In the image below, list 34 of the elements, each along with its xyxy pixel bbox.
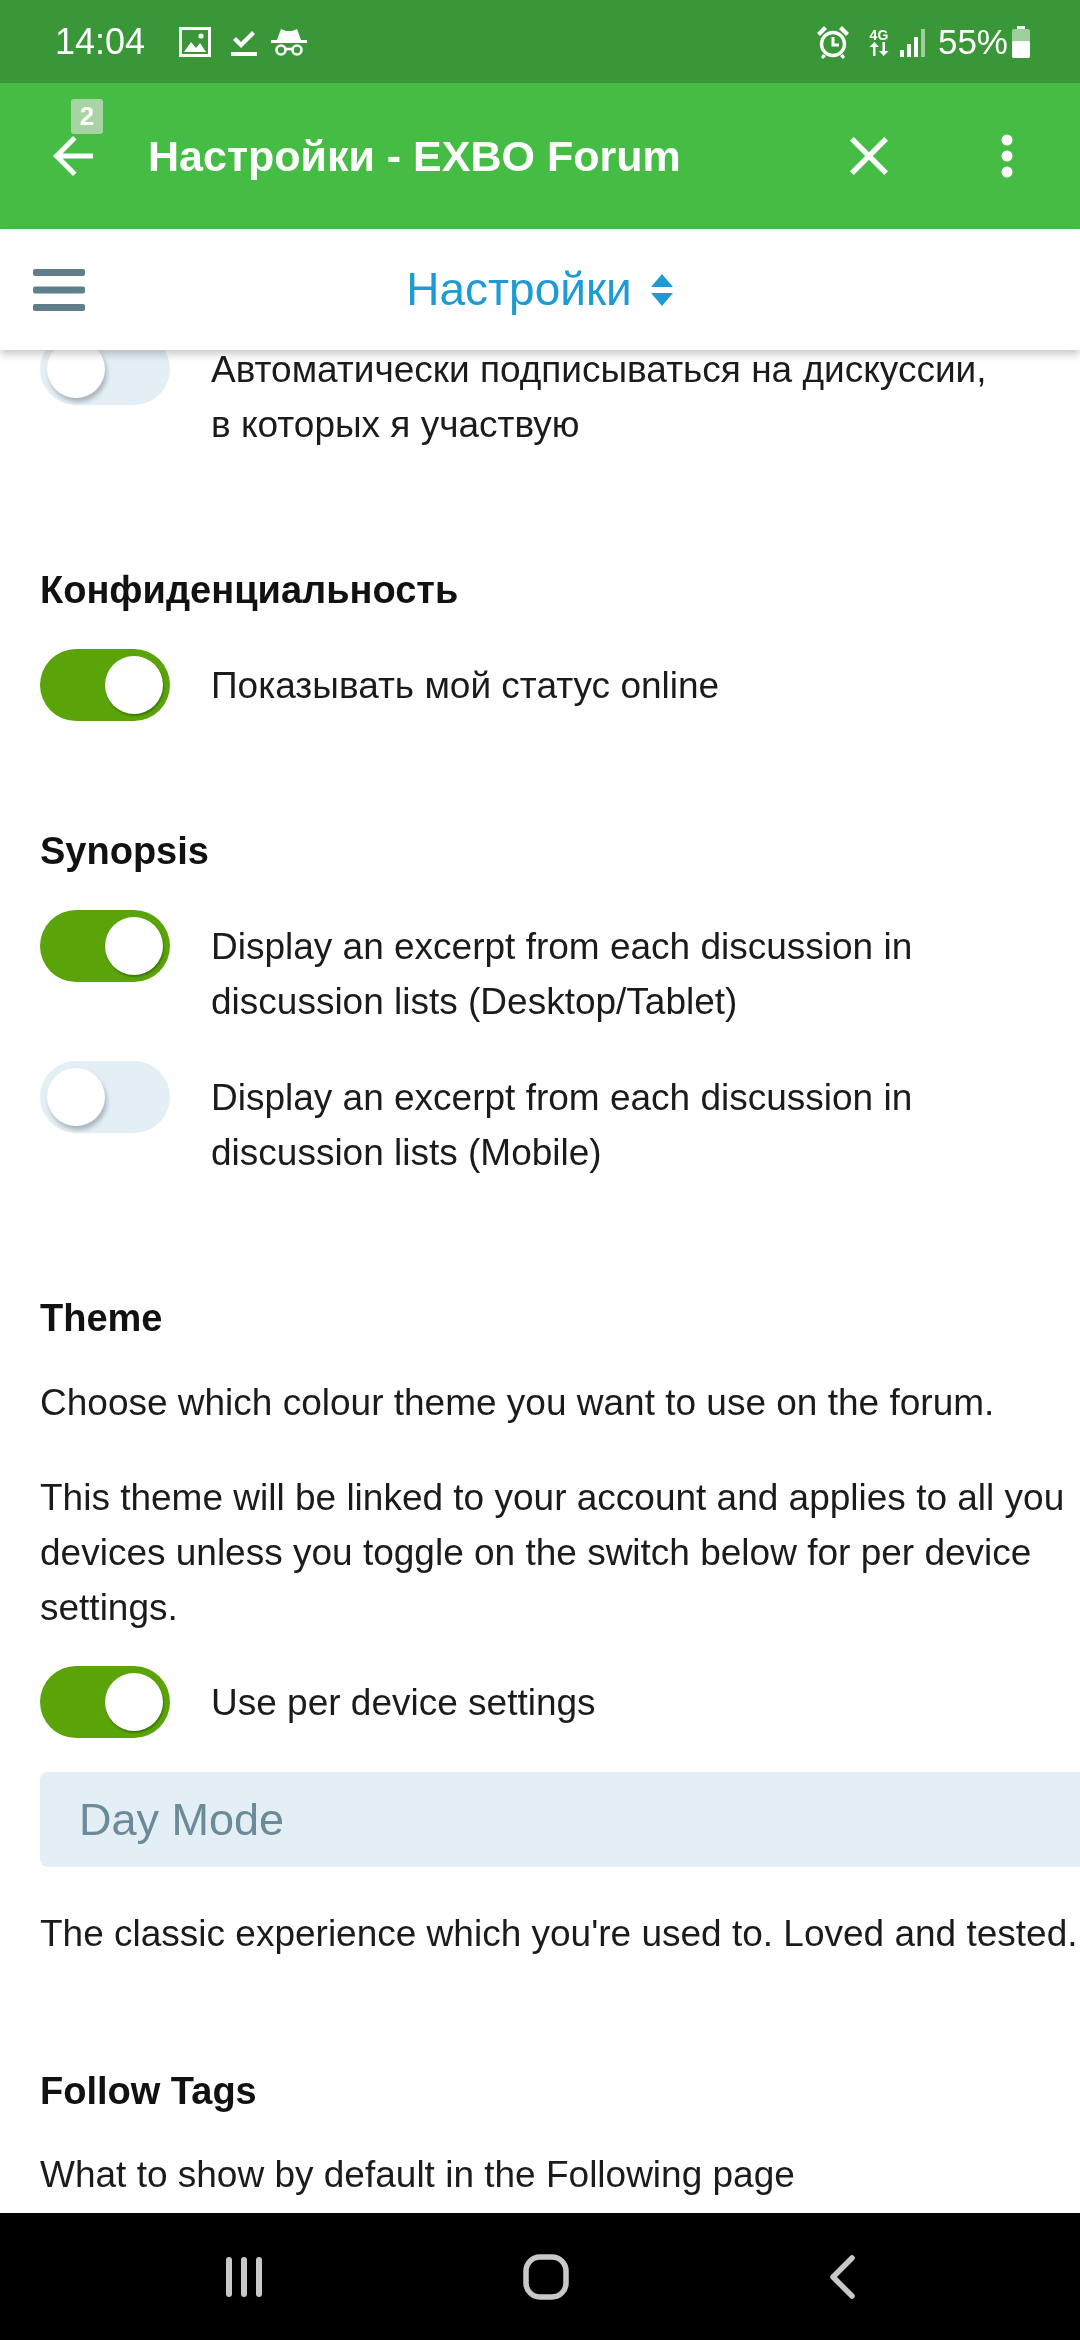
- image-icon: [179, 26, 212, 57]
- battery-percentage: 55%: [937, 24, 1008, 59]
- toggle-label: Автоматически подписываться на дискуссии, в которых я участвую: [211, 350, 988, 447]
- toggle-label: Display an excerpt from each discussion in discussion lists (Mobile): [211, 1075, 914, 1175]
- toggle-label: Use per device settings: [211, 1680, 596, 1725]
- recent-apps-icon[interactable]: [224, 2254, 264, 2299]
- network-type-label: 4G: [869, 27, 889, 42]
- toggle-label: Display an excerpt from each discussion in discussion lists (Desktop/Tablet): [211, 924, 914, 1024]
- kebab-menu-icon: [1001, 134, 1013, 178]
- section-heading: Follow Tags: [40, 2068, 257, 2114]
- description-text: Choose which colour theme you want to use on the forum.: [40, 1380, 996, 1425]
- battery-icon: [1012, 25, 1030, 58]
- close-icon: [850, 137, 888, 175]
- page-dropdown[interactable]: Настройки: [406, 255, 674, 324]
- alarm-clock-icon: [815, 24, 850, 59]
- toggle-switch[interactable]: [40, 350, 170, 405]
- hamburger-menu-icon: [33, 268, 85, 311]
- signal-icon: [899, 26, 926, 57]
- tab-count-badge: 2: [71, 99, 103, 134]
- theme-select[interactable]: Day Mode: [40, 1772, 1080, 1867]
- incognito-icon: [271, 27, 308, 56]
- description-text: This theme will be linked to your account and applies to all you devices unless you toggle on the switch below for per device settings.: [40, 1475, 1066, 1630]
- section-heading: Конфиденциальность: [40, 568, 459, 613]
- data-arrows-icon: [867, 41, 890, 56]
- section-heading: Theme: [40, 1296, 163, 1341]
- back-chevron-icon[interactable]: [828, 2254, 856, 2299]
- description-text: The classic experience which you're used to. Loved and tested.: [40, 1911, 1079, 1956]
- sort-caret-icon: [649, 273, 674, 306]
- page-title: Настройки - EXBO Forum: [148, 130, 681, 182]
- clock-time: 14:04: [55, 23, 146, 60]
- section-heading: Synopsis: [40, 829, 209, 874]
- home-icon[interactable]: [523, 2253, 569, 2300]
- description-text: What to show by default in the Following page: [40, 2153, 796, 2197]
- toggle-label: Показывать мой статус online: [211, 663, 720, 708]
